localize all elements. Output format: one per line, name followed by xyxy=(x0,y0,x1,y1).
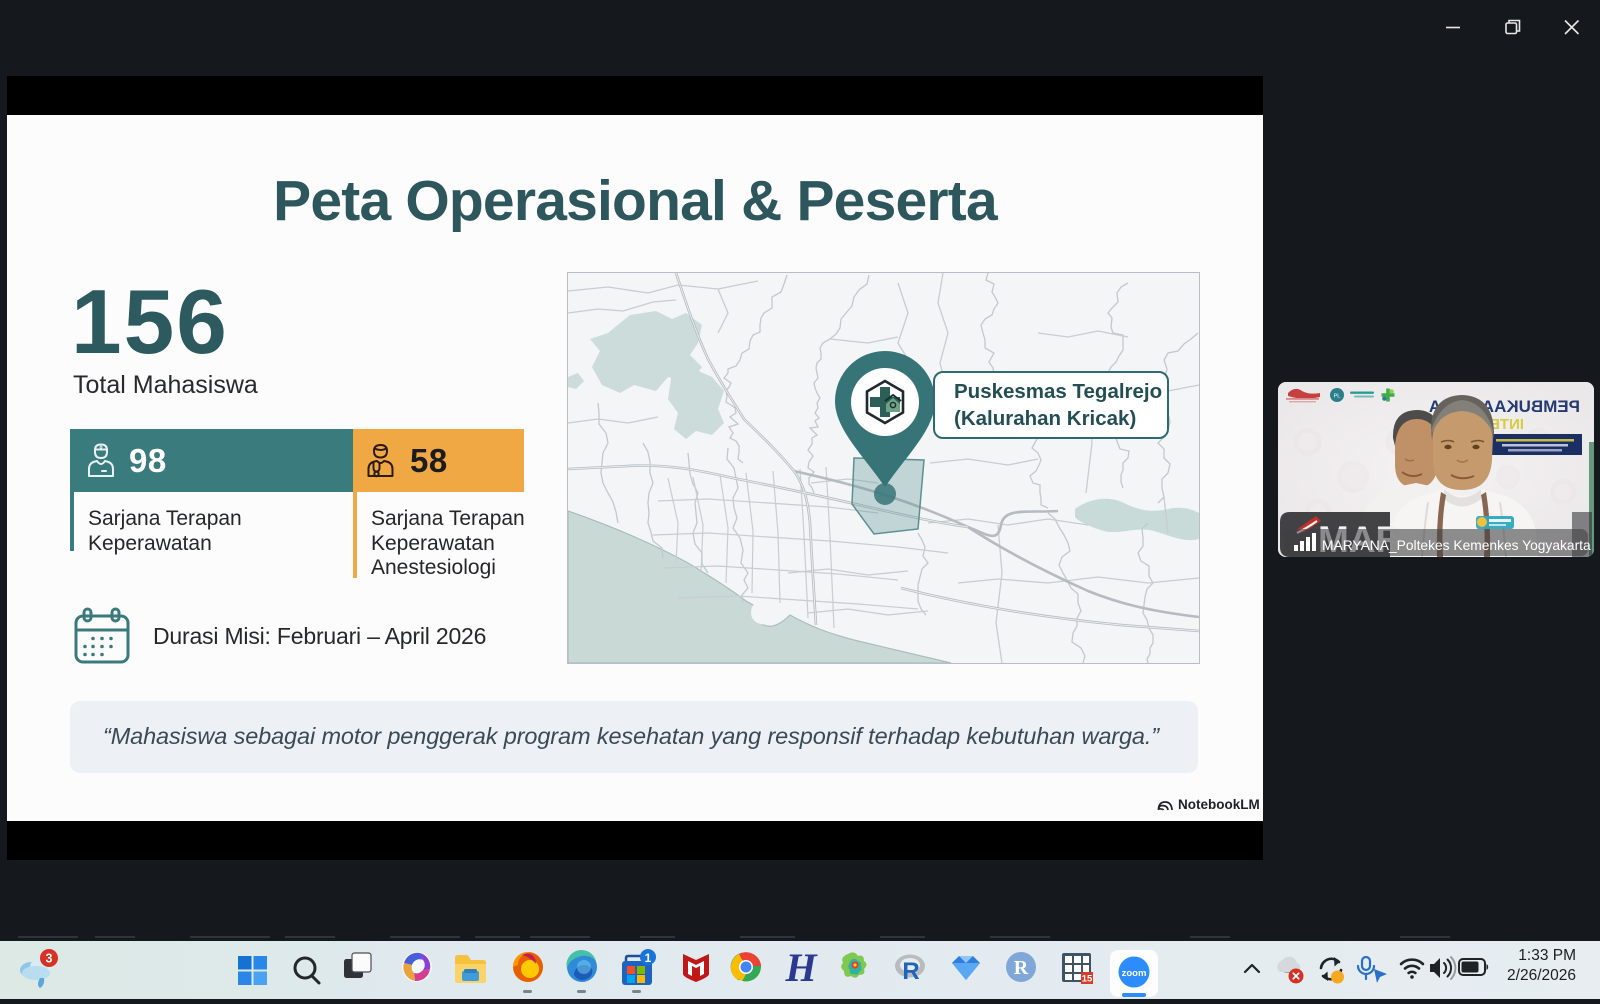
svg-text:(Kalurahan Kricak): (Kalurahan Kricak) xyxy=(954,407,1136,430)
svg-text:zoom: zoom xyxy=(1122,968,1147,979)
svg-text:H: H xyxy=(784,945,818,990)
svg-text:R: R xyxy=(1014,957,1029,979)
svg-text:3: 3 xyxy=(46,952,53,966)
svg-text:1: 1 xyxy=(645,951,652,965)
svg-text:R: R xyxy=(902,958,919,985)
svg-text:PL: PL xyxy=(1334,394,1341,400)
svg-text:Puskesmas Tegalrejo: Puskesmas Tegalrejo xyxy=(954,380,1162,403)
svg-text:MARYANA_Poltekes Kemenkes Yogy: MARYANA_Poltekes Kemenkes Yogyakarta xyxy=(1322,538,1591,553)
svg-text:2/26/2026: 2/26/2026 xyxy=(1507,967,1576,984)
svg-text:15: 15 xyxy=(1082,974,1093,985)
svg-text:1:33 PM: 1:33 PM xyxy=(1518,947,1576,964)
